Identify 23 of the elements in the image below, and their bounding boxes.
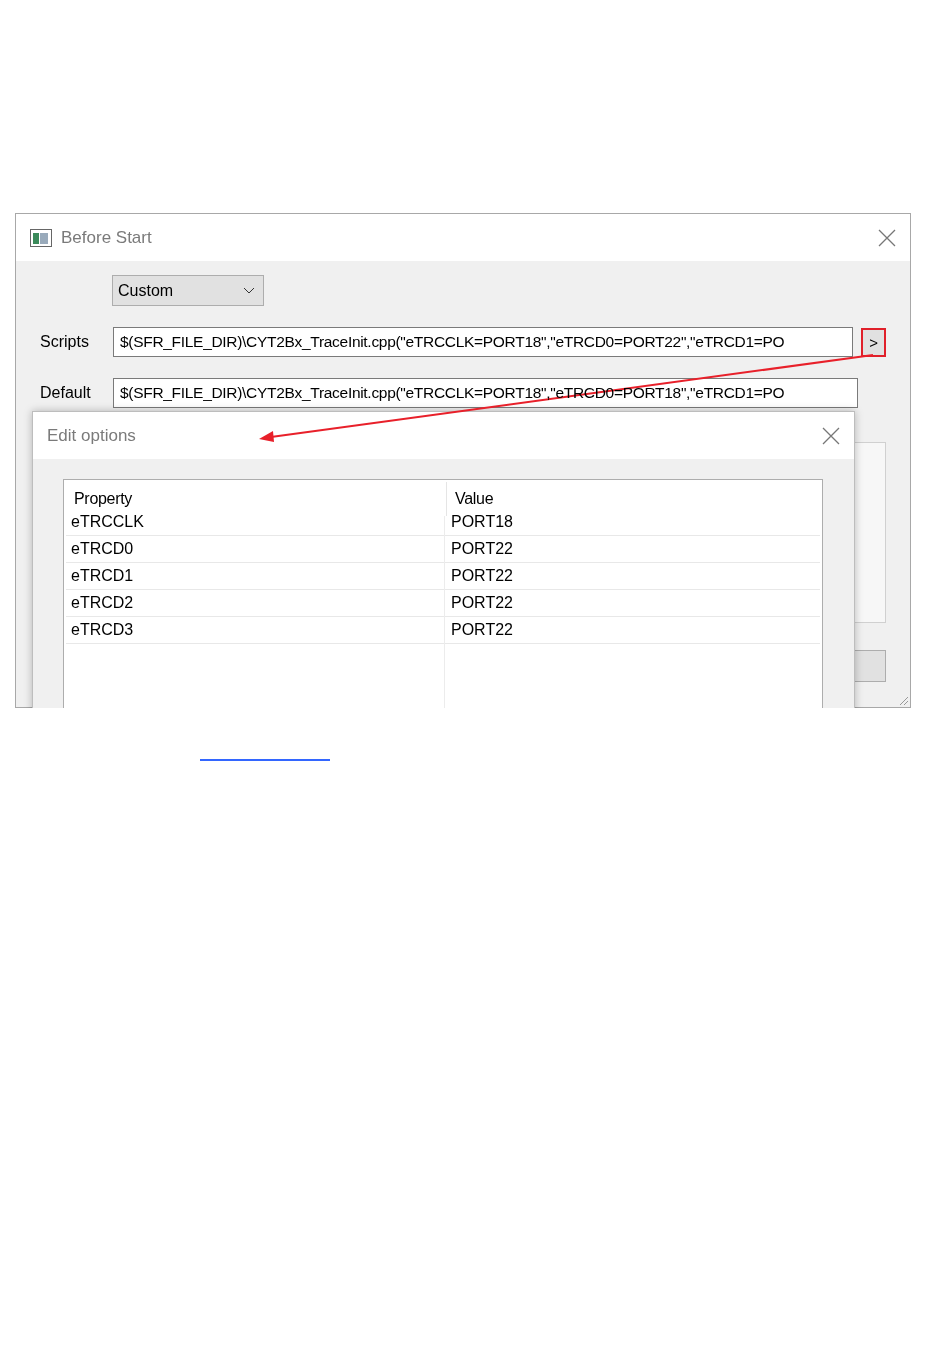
resize-grip-icon [899,696,909,706]
expand-button[interactable]: > [861,327,886,357]
table-cell: PORT22 [446,563,820,590]
close-icon[interactable] [822,426,840,445]
table-cell: eTRCD2 [66,590,446,617]
close-icon[interactable] [878,228,896,247]
table-cell: PORT18 [446,509,820,536]
table-cell: PORT22 [446,536,820,563]
table-cell: eTRCD0 [66,536,446,563]
table-cell: PORT22 [446,590,820,617]
chevron-icon [243,287,255,294]
column-header[interactable]: Value [446,482,820,516]
table-cell: eTRCCLK [66,509,446,536]
table-cell: eTRCD3 [66,617,446,644]
field-label: Scripts [40,333,90,351]
input-field[interactable]: $(SFR_FILE_DIR)\CYT2Bx_TraceInit.cpp("eTRCCLK=PORT18","eTRCD0=PORT22","eTRCD1=PO [113,327,854,357]
preset-dropdown[interactable]: Custom [112,275,264,306]
window-title: Before Start [61,227,153,248]
dialog-title: Edit options [47,425,137,446]
field-label: Default [40,384,92,402]
window-icon [30,228,52,247]
table-cell: PORT22 [446,617,820,644]
table-cell: eTRCD1 [66,563,446,590]
